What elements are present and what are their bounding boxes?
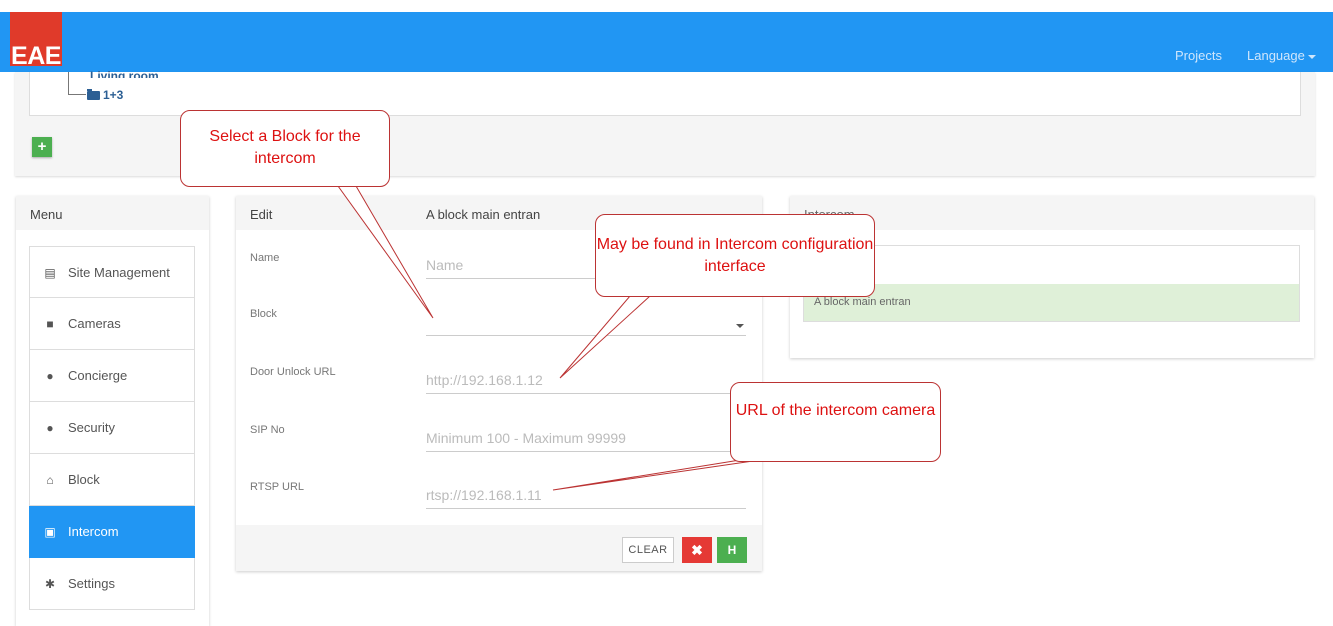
callout-block-text: Select a Block for the intercom (209, 128, 361, 167)
callout-pointer-block (337, 185, 434, 319)
callout-pointer-config (559, 295, 652, 379)
callout-camera: URL of the intercom camera (730, 382, 941, 462)
callout-camera-text: URL of the intercom camera (735, 402, 936, 419)
callout-config: May be found in Intercom configuration i… (595, 214, 875, 297)
callout-config-text: May be found in Intercom configuration i… (596, 236, 874, 275)
callout-pointers (337, 185, 761, 491)
callout-block: Select a Block for the intercom (180, 110, 390, 187)
callout-pointer-camera (552, 459, 761, 491)
